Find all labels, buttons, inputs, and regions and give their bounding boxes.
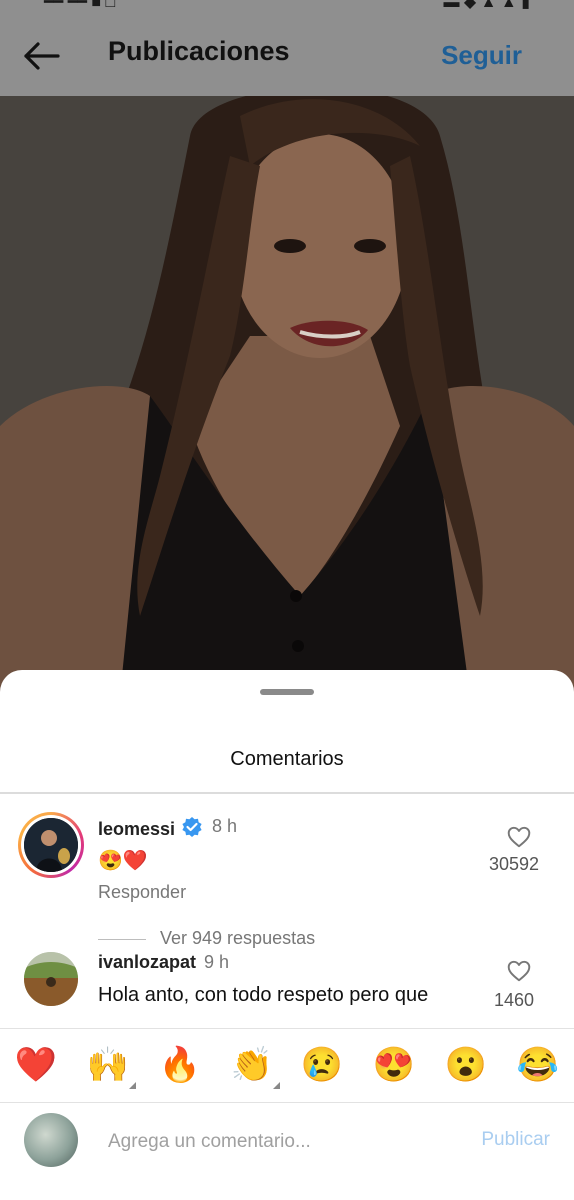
status-bar: ━━ ━━ ■ □ ▬ ◆ ▲ ▲ ▮ — [0, 0, 574, 12]
comment-text: 😍❤️ — [98, 850, 148, 872]
emoji-glyph: 👏 — [230, 1046, 274, 1084]
arrow-left-icon — [24, 42, 60, 70]
emoji-surprised-button[interactable]: 😮 — [444, 1043, 488, 1087]
replies-line — [98, 938, 146, 940]
comment-time: 8 h — [212, 816, 238, 836]
comment-item: leomessi 8 h 😍❤️ Responder 30592 Ver 949… — [0, 794, 574, 948]
publish-button[interactable]: Publicar — [481, 1129, 550, 1151]
emoji-raised-hands-button[interactable]: 🙌 — [86, 1043, 136, 1089]
heart-icon[interactable] — [506, 958, 532, 984]
avatar[interactable] — [18, 812, 84, 878]
page-title: Publicaciones — [108, 36, 290, 66]
comment-item: ivanlozapat 9 h Hola anto, con todo resp… — [0, 952, 574, 1028]
status-time: ━━ ━━ ■ □ — [44, 0, 116, 11]
like-count: 30592 — [488, 854, 540, 874]
skin-tone-indicator — [129, 1082, 136, 1089]
emoji-fire-button[interactable]: 🔥 — [158, 1043, 202, 1087]
comment-text: Hola anto, con todo respeto pero que — [98, 984, 429, 1006]
emoji-crying-button[interactable]: 😢 — [300, 1043, 344, 1087]
status-icons: ▬ ◆ ▲ ▲ ▮ — [443, 0, 530, 11]
emoji-heart-button[interactable]: ❤️ — [14, 1043, 58, 1087]
view-replies-button[interactable]: Ver 949 respuestas — [98, 928, 315, 949]
skin-tone-indicator — [273, 1082, 280, 1089]
username-text[interactable]: leomessi — [98, 819, 175, 839]
comment-input[interactable] — [108, 1127, 448, 1157]
top-bar: Publicaciones Seguir — [0, 12, 574, 96]
emoji-laughing-button[interactable]: 😂 — [516, 1043, 560, 1087]
view-replies-label: Ver 949 respuestas — [160, 928, 316, 948]
comment-composer: Publicar — [0, 1102, 574, 1200]
sheet-title: Comentarios — [230, 748, 344, 770]
sheet-drag-handle[interactable] — [260, 689, 314, 695]
verified-badge-icon — [182, 817, 202, 837]
emoji-glyph: 🙌 — [86, 1046, 130, 1084]
like-count: 1460 — [493, 990, 535, 1010]
reply-button[interactable]: Responder — [98, 882, 186, 903]
emoji-heart-eyes-button[interactable]: 😍 — [372, 1043, 416, 1087]
back-button[interactable] — [20, 34, 64, 78]
comment-time: 9 h — [204, 952, 230, 972]
comment-username[interactable]: ivanlozapat — [98, 952, 196, 973]
comments-sheet: Comentarios leomessi 8 h 😍❤️ Responder 3… — [0, 670, 574, 1200]
current-user-avatar — [24, 1113, 78, 1167]
post-image — [0, 96, 574, 696]
comments-list[interactable]: leomessi 8 h 😍❤️ Responder 30592 Ver 949… — [0, 794, 574, 1028]
heart-icon[interactable] — [506, 824, 532, 850]
comment-username[interactable]: leomessi — [98, 816, 203, 840]
avatar[interactable] — [24, 952, 78, 1006]
follow-button[interactable]: Seguir — [441, 40, 522, 71]
emoji-clap-button[interactable]: 👏 — [230, 1043, 280, 1089]
emoji-reaction-bar: ❤️ 🙌 🔥 👏 😢 😍 😮 😂 — [0, 1028, 574, 1102]
